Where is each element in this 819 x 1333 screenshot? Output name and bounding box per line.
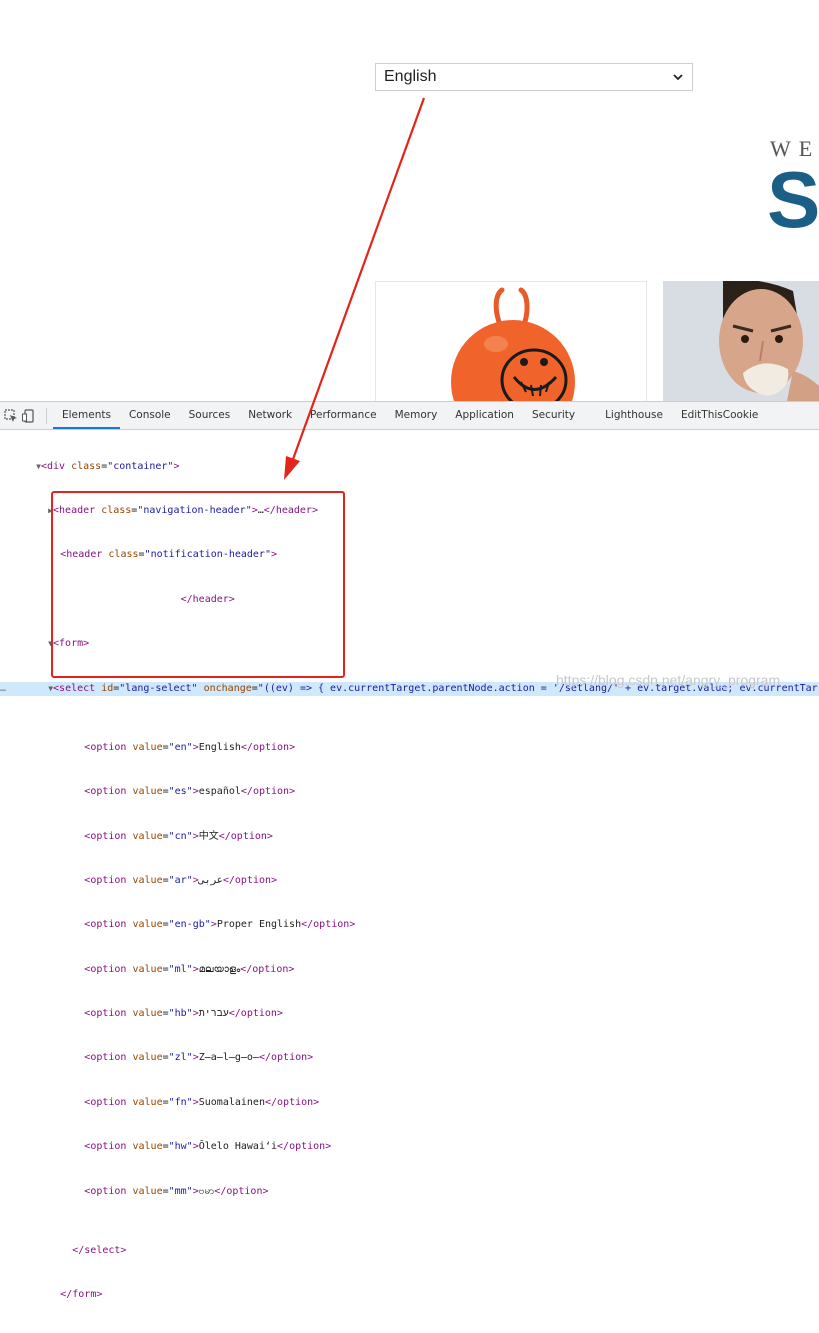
annotation-highlight-box	[51, 491, 345, 678]
language-select[interactable]: English	[375, 63, 693, 91]
dom-node-div-container[interactable]: ▼<div class="container">	[0, 460, 819, 475]
chevron-down-icon	[673, 74, 683, 81]
tab-elements[interactable]: Elements	[53, 402, 120, 429]
dom-node-form-close[interactable]: </form>	[0, 1288, 819, 1303]
device-toolbar-icon[interactable]	[22, 408, 36, 423]
dom-node-option[interactable]: <option value="es">español</option>	[0, 785, 819, 800]
tab-network[interactable]: Network	[239, 402, 301, 429]
tab-application[interactable]: Application	[446, 402, 523, 429]
tab-performance[interactable]: Performance	[301, 402, 386, 429]
tab-console[interactable]: Console	[120, 402, 180, 429]
dom-node-option[interactable]: <option value="fn">Suomalainen</option>	[0, 1096, 819, 1111]
tab-security[interactable]: Security	[523, 402, 584, 429]
inspect-element-icon[interactable]	[4, 408, 18, 423]
toolbar-divider	[46, 407, 47, 424]
dom-node-option[interactable]: <option value="zl">Z̶a̶l̶g̶o̶</option>	[0, 1051, 819, 1066]
dom-node-option[interactable]: <option value="hb">עברית</option>	[0, 1007, 819, 1022]
tab-editthiscookie[interactable]: EditThisCookie	[672, 402, 767, 429]
tab-memory[interactable]: Memory	[386, 402, 447, 429]
product-card-man-eating[interactable]	[663, 281, 819, 421]
hero-title: S	[767, 155, 819, 244]
tab-sources[interactable]: Sources	[180, 402, 240, 429]
dom-node-option[interactable]: <option value="hw">Ōlelo Hawaiʻi</option…	[0, 1140, 819, 1155]
dom-node-option[interactable]: <option value="ar">عربى</option>	[0, 874, 819, 889]
dom-node-select-close[interactable]: </select>	[0, 1244, 819, 1259]
devtools-toolbar: Elements Console Sources Network Perform…	[0, 402, 819, 430]
language-select-value: English	[384, 68, 437, 85]
watermark-text: https://blog.csdn.net/angry_program	[556, 672, 781, 688]
man-eating-photo	[663, 281, 819, 421]
dom-node-option[interactable]: <option value="cn">中文</option>	[0, 830, 819, 845]
tab-lighthouse[interactable]: Lighthouse	[596, 402, 672, 429]
dom-node-option[interactable]: <option value="en">English</option>	[0, 741, 819, 756]
dom-node-option[interactable]: <option value="mm">ဗမာ</option>	[0, 1185, 819, 1200]
dom-node-option[interactable]: <option value="en-gb">Proper English</op…	[0, 918, 819, 933]
dom-node-option[interactable]: <option value="ml">മലയാളം</option>	[0, 963, 819, 978]
